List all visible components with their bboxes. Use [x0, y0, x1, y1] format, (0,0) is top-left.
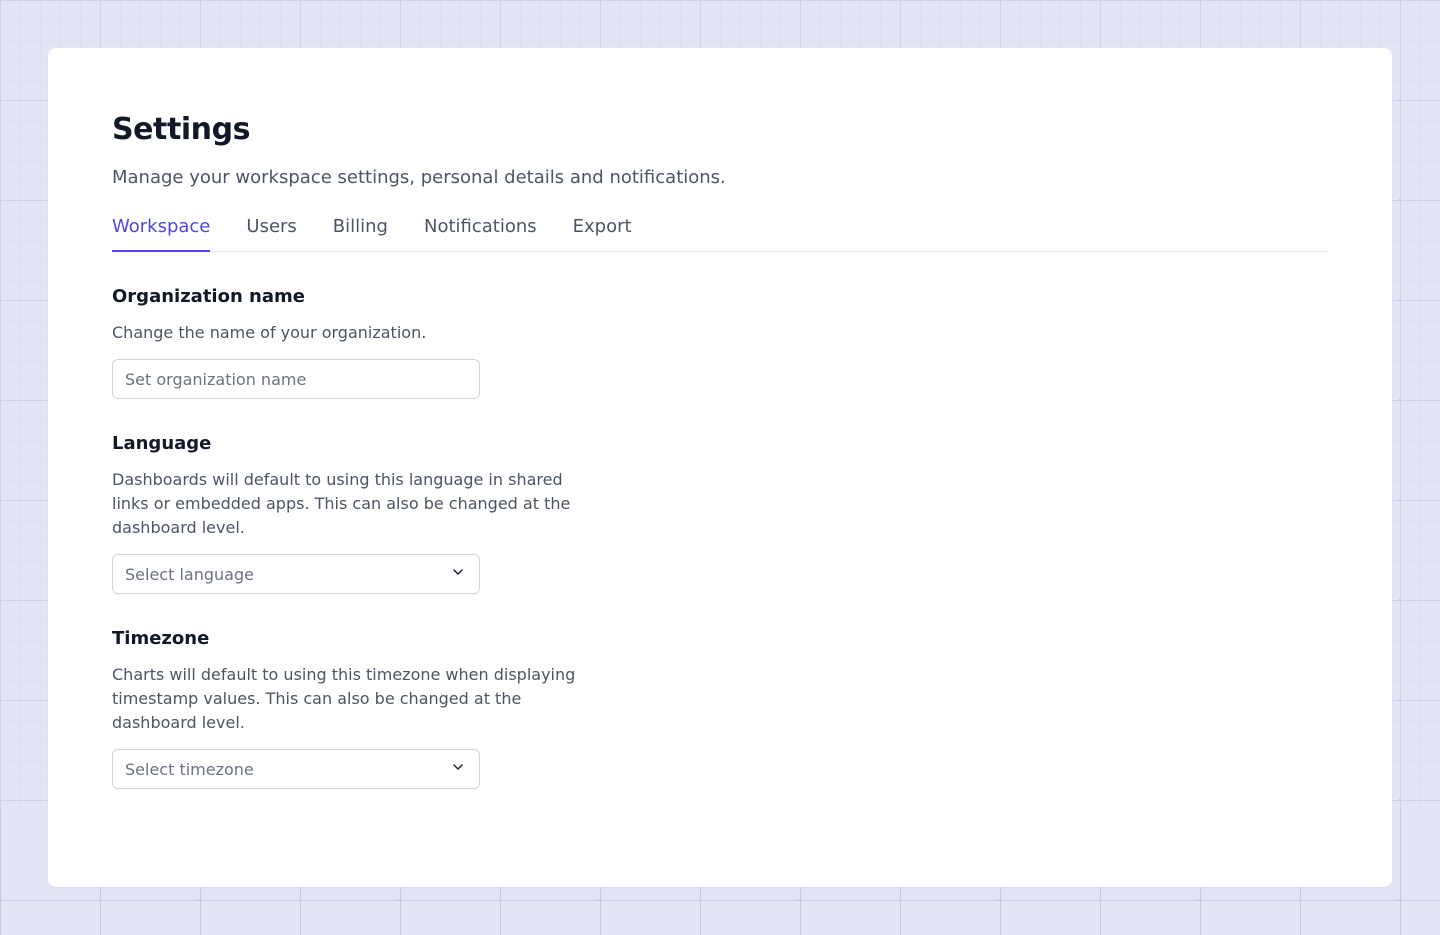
tab-export[interactable]: Export [573, 216, 632, 251]
timezone-select[interactable]: Select timezone [112, 749, 480, 789]
tab-users[interactable]: Users [246, 216, 296, 251]
language-title: Language [112, 433, 582, 454]
language-select[interactable]: Select language [112, 554, 480, 594]
timezone-title: Timezone [112, 628, 582, 649]
org-description: Change the name of your organization. [112, 321, 582, 345]
tab-notifications[interactable]: Notifications [424, 216, 537, 251]
section-language: Language Dashboards will default to usin… [112, 433, 582, 594]
language-select-wrap: Select language [112, 554, 480, 594]
timezone-select-wrap: Select timezone [112, 749, 480, 789]
page-title: Settings [112, 112, 1328, 147]
organization-name-input[interactable] [112, 359, 480, 399]
org-title: Organization name [112, 286, 582, 307]
section-organization-name: Organization name Change the name of you… [112, 286, 582, 399]
tabs: Workspace Users Billing Notifications Ex… [112, 216, 1328, 252]
page-subtitle: Manage your workspace settings, personal… [112, 167, 1328, 188]
section-timezone: Timezone Charts will default to using th… [112, 628, 582, 789]
tab-workspace[interactable]: Workspace [112, 216, 210, 251]
settings-card: Settings Manage your workspace settings,… [48, 48, 1392, 887]
timezone-description: Charts will default to using this timezo… [112, 663, 582, 735]
tab-billing[interactable]: Billing [333, 216, 388, 251]
language-description: Dashboards will default to using this la… [112, 468, 582, 540]
